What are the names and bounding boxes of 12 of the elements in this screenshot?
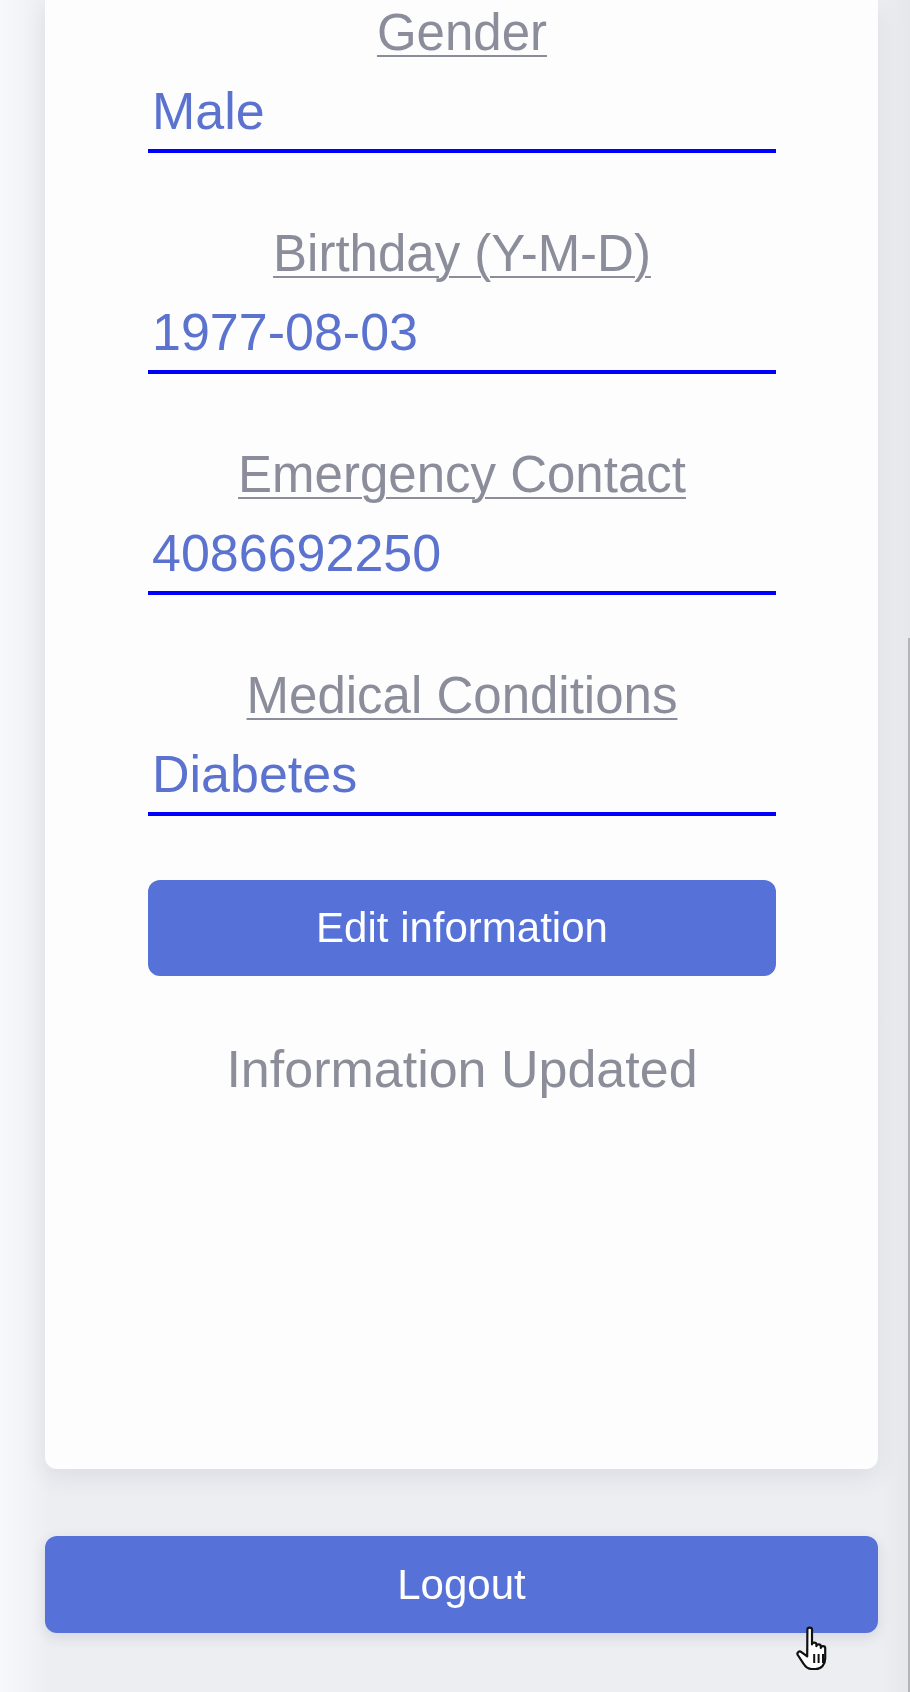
status-message: Information Updated — [226, 1039, 698, 1100]
field-label: Gender — [376, 3, 548, 63]
input-field[interactable]: Diabetes — [148, 743, 776, 816]
input-field[interactable]: 4086692250 — [148, 522, 776, 595]
input-field[interactable]: Male — [148, 80, 776, 153]
logout-button[interactable]: Logout — [45, 1536, 878, 1633]
scrollbar-thumb[interactable] — [908, 638, 910, 1692]
field-label: Medical Conditions — [246, 666, 678, 726]
edit-information-button[interactable]: Edit information — [148, 880, 776, 976]
field-label: Emergency Contact — [238, 445, 686, 505]
input-field[interactable]: 1977-08-03 — [148, 301, 776, 374]
field-label: Birthday (Y-M-D) — [273, 224, 651, 284]
